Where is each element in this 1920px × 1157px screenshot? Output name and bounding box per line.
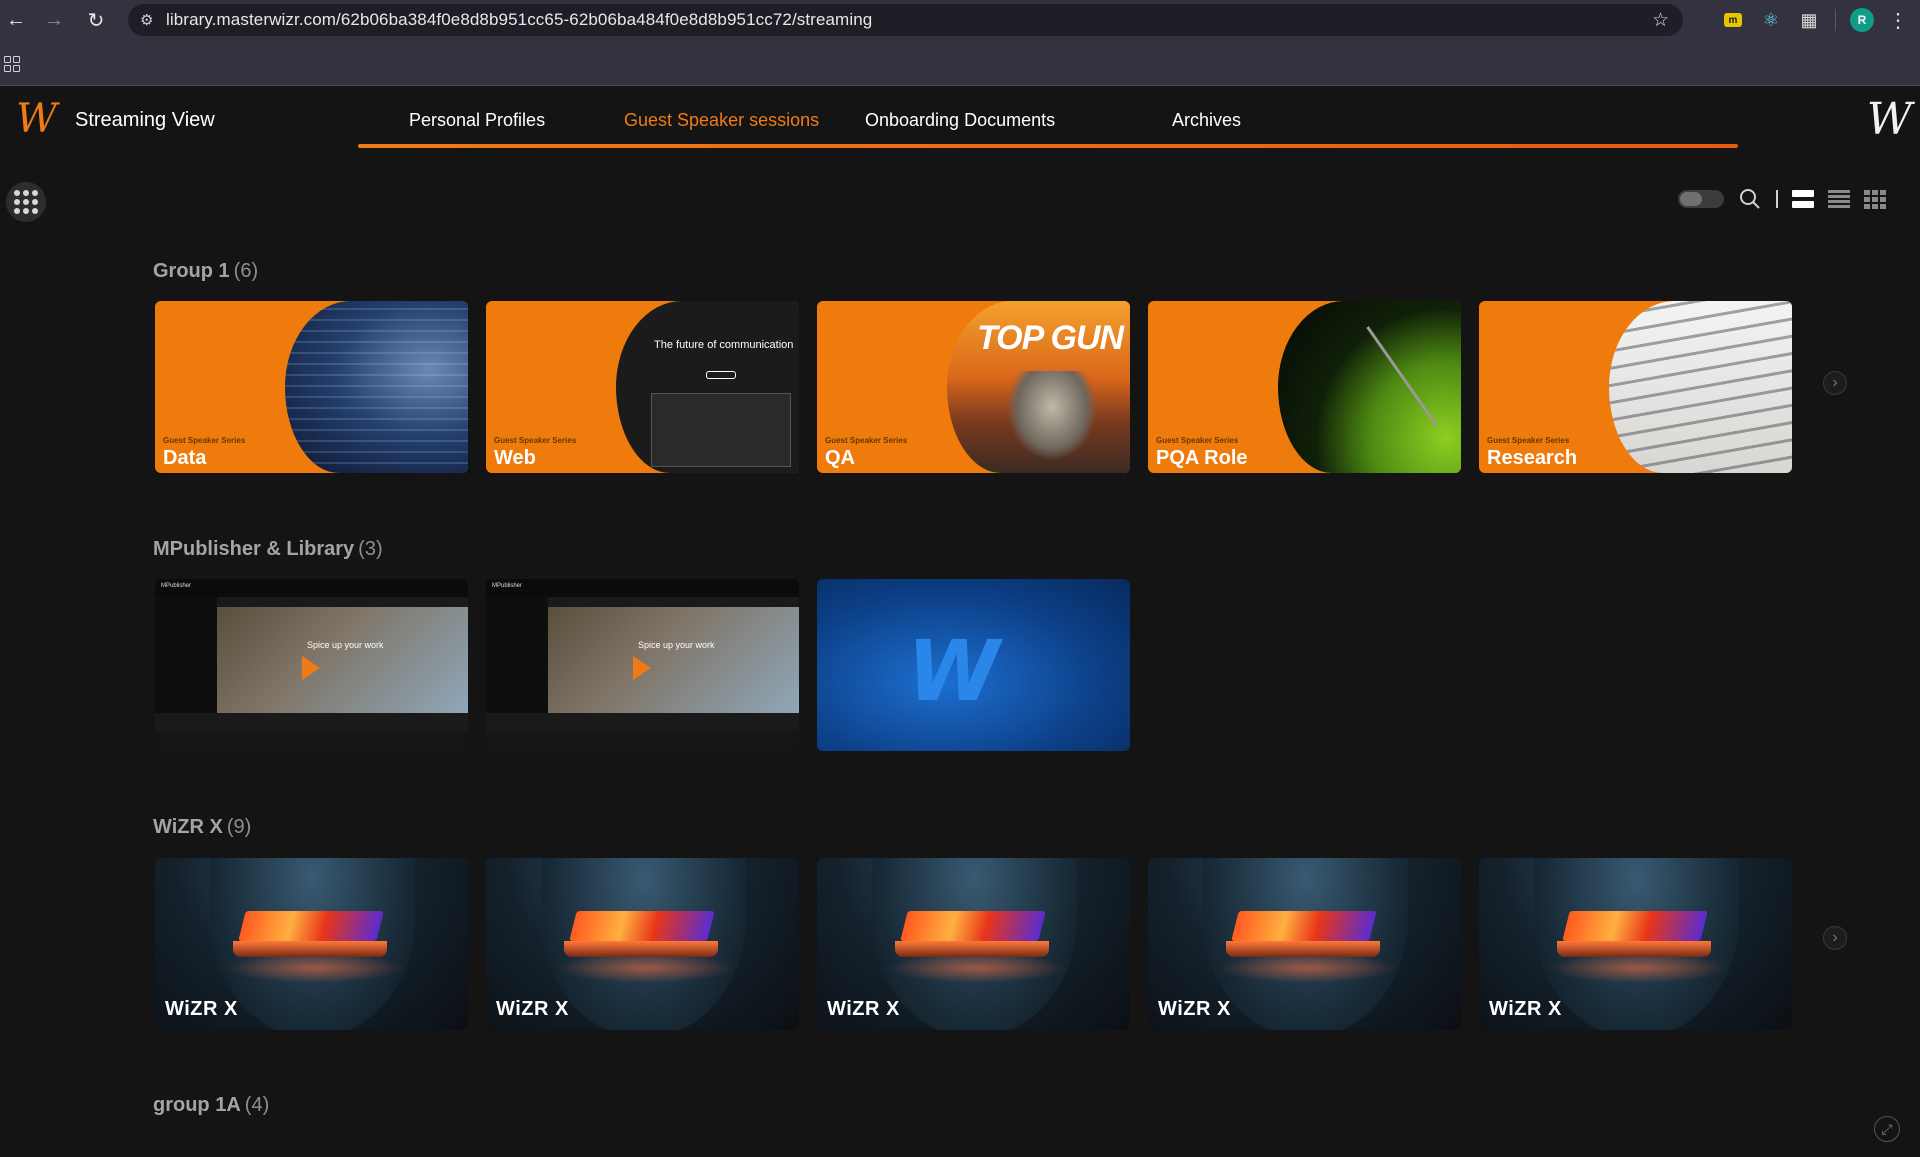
card-series: Guest Speaker Series	[825, 436, 908, 445]
browser-toolbar: ← → ↻ ⚙ library.masterwizr.com/62b06ba38…	[0, 0, 1920, 40]
card-thumbnail: The future of communication	[616, 301, 799, 473]
tabs-underline	[358, 144, 1738, 148]
video-card[interactable]: WiZR X	[817, 858, 1130, 1030]
page-title: Streaming View	[75, 109, 215, 131]
video-card[interactable]: TOP GUN Guest Speaker Series QA	[817, 301, 1130, 473]
toolbar-divider	[1776, 190, 1778, 208]
group-title: group 1A (4)	[153, 1094, 269, 1117]
video-card[interactable]: Guest Speaker Series PQA Role	[1148, 301, 1461, 473]
card-caption: Spice up your work	[638, 640, 715, 650]
group-name: WiZR X	[153, 816, 223, 838]
url-text: library.masterwizr.com/62b06ba384f0e8d8b…	[166, 10, 873, 29]
video-card[interactable]: W	[817, 579, 1130, 751]
group-count: (3)	[358, 538, 383, 560]
card-thumbnail	[1278, 301, 1461, 473]
address-bar[interactable]: ⚙ library.masterwizr.com/62b06ba384f0e8d…	[128, 4, 1683, 36]
card-thumbnail	[1609, 301, 1792, 473]
group-count: (4)	[244, 1094, 270, 1116]
group-count: (6)	[233, 260, 259, 282]
group-title: WiZR X (9)	[153, 816, 251, 839]
card-title: WiZR X	[165, 998, 238, 1020]
apps-grid-icon[interactable]	[4, 56, 20, 72]
card-thumbnail: TOP GUN	[947, 301, 1130, 473]
card-title: QA	[825, 447, 855, 469]
large-view-icon[interactable]	[1792, 190, 1814, 208]
group-name: group 1A	[153, 1094, 241, 1116]
browser-menu-icon[interactable]: ⋮	[1888, 8, 1908, 33]
card-title: WiZR X	[827, 998, 900, 1020]
view-toolbar	[1678, 187, 1886, 211]
card-art-text: TOP GUN	[977, 319, 1124, 357]
group-count: (9)	[226, 816, 252, 838]
tab-archives[interactable]: Archives	[1172, 110, 1241, 131]
group-title: MPublisher & Library (3)	[153, 538, 383, 561]
video-card[interactable]: Guest Speaker Series Data	[155, 301, 468, 473]
video-card[interactable]: WiZR X	[1148, 858, 1461, 1030]
group-name: Group 1	[153, 260, 230, 282]
video-card[interactable]: Guest Speaker Series Research	[1479, 301, 1792, 473]
video-card[interactable]: WiZR X	[155, 858, 468, 1030]
toolbar-separator	[1835, 9, 1836, 31]
mode-toggle[interactable]	[1678, 190, 1724, 208]
wizr-logo: W	[907, 622, 1000, 720]
group-title: Group 1 (6)	[153, 260, 258, 283]
grid-view-icon[interactable]	[1864, 190, 1886, 209]
wizr-logo-right[interactable]: W	[1867, 98, 1912, 142]
extensions-puzzle-icon[interactable]: ▦	[1797, 8, 1821, 32]
back-icon[interactable]: ←	[0, 0, 36, 40]
site-settings-icon[interactable]: ⚙	[140, 11, 166, 29]
chevron-right-icon[interactable]: ›	[1823, 926, 1847, 950]
category-tabs: Personal Profiles Guest Speaker sessions…	[358, 86, 1738, 152]
card-series: Guest Speaker Series	[494, 436, 577, 445]
video-card[interactable]: The future of communication Guest Speake…	[486, 301, 799, 473]
play-icon[interactable]	[302, 656, 320, 680]
tab-guest-speaker-sessions[interactable]: Guest Speaker sessions	[624, 110, 819, 131]
extension-yellow-icon[interactable]: m	[1721, 8, 1745, 32]
card-series: Guest Speaker Series	[1487, 436, 1570, 445]
react-devtools-icon[interactable]: ⚛	[1759, 8, 1783, 32]
video-card[interactable]: MPublisher Spice up your work	[155, 579, 468, 751]
profile-avatar[interactable]: R	[1850, 8, 1874, 32]
card-title: Research	[1487, 447, 1578, 469]
card-title: WiZR X	[496, 998, 569, 1020]
card-headline: The future of communication	[654, 339, 794, 351]
card-title: WiZR X	[1158, 998, 1231, 1020]
tab-onboarding-documents[interactable]: Onboarding Documents	[865, 110, 1055, 131]
masterwizr-logo[interactable]: W	[16, 99, 57, 139]
card-app-name: MPublisher	[161, 583, 192, 589]
card-title: WiZR X	[1489, 998, 1562, 1020]
extensions-area: m ⚛ ▦ R ⋮	[1721, 0, 1920, 40]
app-header: W Streaming View Personal Profiles Guest…	[0, 86, 1920, 152]
card-caption: Spice up your work	[307, 640, 384, 650]
card-title: PQA Role	[1156, 447, 1248, 469]
card-series: Guest Speaker Series	[1156, 436, 1239, 445]
search-icon[interactable]	[1738, 187, 1762, 211]
card-title: Data	[163, 447, 207, 469]
card-thumbnail	[285, 301, 468, 473]
list-view-icon[interactable]	[1828, 190, 1850, 208]
tab-personal-profiles[interactable]: Personal Profiles	[409, 110, 545, 131]
bookmarks-bar	[0, 40, 1920, 86]
video-card[interactable]: MPublisher Spice up your work	[486, 579, 799, 751]
play-icon[interactable]	[633, 656, 651, 680]
card-title: Web	[494, 447, 536, 469]
video-card[interactable]: WiZR X	[1479, 858, 1792, 1030]
expand-icon[interactable]: ⤢	[1874, 1116, 1900, 1142]
chevron-right-icon[interactable]: ›	[1823, 371, 1847, 395]
apps-menu-button[interactable]	[6, 182, 46, 222]
card-series: Guest Speaker Series	[163, 436, 246, 445]
group-name: MPublisher & Library	[153, 538, 355, 560]
reload-icon[interactable]: ↻	[76, 0, 116, 40]
bookmark-star-icon[interactable]: ☆	[1652, 9, 1669, 32]
forward-icon[interactable]: →	[34, 0, 74, 40]
video-card[interactable]: WiZR X	[486, 858, 799, 1030]
card-app-name: MPublisher	[492, 583, 523, 589]
